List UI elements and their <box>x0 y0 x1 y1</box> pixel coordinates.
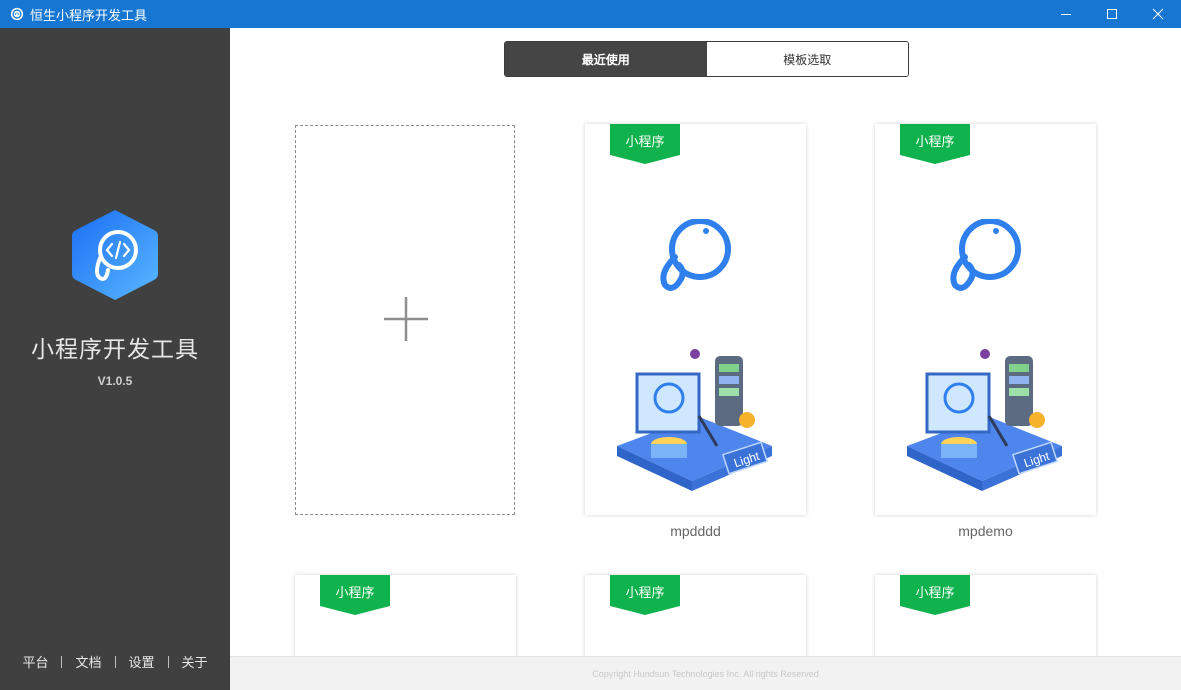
sidebar-footer-links: 平台 文档 设置 关于 <box>0 652 230 671</box>
ribbon-label: 小程序 <box>915 585 955 600</box>
miniprogram-ribbon: 小程序 <box>900 575 970 615</box>
view-tabs: 最近使用 模板选取 <box>504 41 909 77</box>
title-bar: 恒生小程序开发工具 <box>0 0 1181 28</box>
project-card[interactable]: 小程序 <box>875 575 1096 665</box>
new-project-card[interactable] <box>295 125 515 515</box>
project-name[interactable]: mpdddd <box>585 523 806 539</box>
miniprogram-ribbon: 小程序 <box>610 575 680 615</box>
project-card[interactable]: 小程序 Light <box>875 124 1096 515</box>
tab-recent[interactable]: 最近使用 <box>505 42 707 76</box>
close-button[interactable] <box>1135 0 1181 28</box>
project-card[interactable]: 小程序 <box>295 575 516 665</box>
miniprogram-ribbon: 小程序 <box>610 124 680 164</box>
link-platform[interactable]: 平台 <box>9 652 61 671</box>
developer-illustration-icon: Light <box>617 349 772 491</box>
link-settings[interactable]: 设置 <box>116 652 168 671</box>
minimize-button[interactable] <box>1043 0 1089 28</box>
miniprogram-ribbon: 小程序 <box>900 124 970 164</box>
link-about[interactable]: 关于 <box>169 652 221 671</box>
app-logo <box>72 210 158 300</box>
miniprogram-logo-icon <box>950 219 1021 291</box>
ribbon-label: 小程序 <box>335 585 375 600</box>
plus-icon <box>384 297 428 341</box>
copyright-bar: Copyright Hundsun Technologies Inc. All … <box>230 656 1181 690</box>
maximize-icon <box>1107 9 1117 19</box>
app-name: 小程序开发工具 <box>31 336 199 362</box>
window-title: 恒生小程序开发工具 <box>30 7 148 23</box>
ribbon-label: 小程序 <box>915 134 955 149</box>
link-docs[interactable]: 文档 <box>62 652 114 671</box>
minimize-icon <box>1061 14 1071 15</box>
project-name[interactable]: mpdemo <box>875 523 1096 539</box>
tab-templates[interactable]: 模板选取 <box>706 42 908 76</box>
developer-illustration-icon: Light <box>907 349 1062 491</box>
miniprogram-logo-icon <box>660 219 731 291</box>
app-icon <box>10 7 24 21</box>
project-card[interactable]: 小程序 <box>585 575 806 665</box>
ribbon-label: 小程序 <box>625 585 665 600</box>
miniprogram-ribbon: 小程序 <box>320 575 390 615</box>
maximize-button[interactable] <box>1089 0 1135 28</box>
ribbon-label: 小程序 <box>625 134 665 149</box>
close-icon <box>1152 8 1164 20</box>
app-version: V1.0.5 <box>97 374 133 388</box>
copyright-text: Copyright Hundsun Technologies Inc. All … <box>592 668 819 679</box>
sidebar: 小程序开发工具 V1.0.5 平台 文档 设置 关于 <box>0 28 230 690</box>
project-card[interactable]: 小程序 Light <box>585 124 806 515</box>
